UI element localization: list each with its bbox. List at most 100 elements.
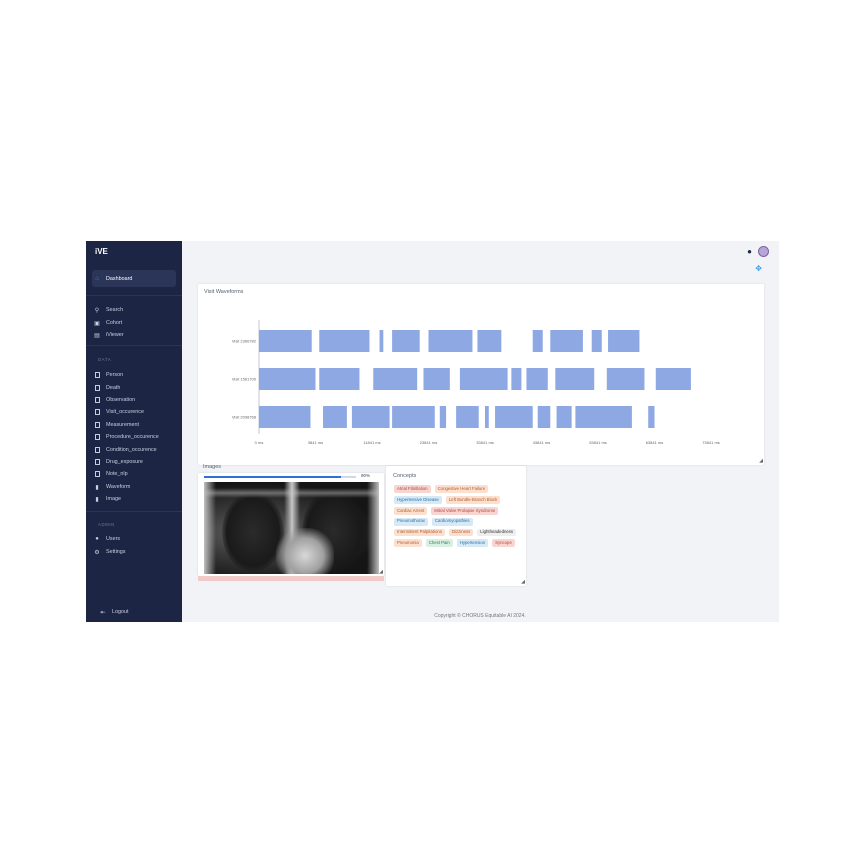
concept-tag[interactable]: Left Bundle-Branch Block bbox=[445, 495, 501, 504]
waveform-segment[interactable] bbox=[439, 406, 447, 428]
cohort-icon: ▣ bbox=[94, 320, 100, 327]
progress-text: 90% bbox=[361, 473, 371, 478]
sidebar-item-iviewer[interactable]: ▤ iViewer bbox=[92, 329, 176, 341]
waveform-segment[interactable] bbox=[459, 368, 508, 390]
waveform-segment[interactable] bbox=[259, 330, 312, 352]
sidebar-item-condition-occurence[interactable]: Condition_occurence bbox=[92, 444, 176, 456]
waveform-segment[interactable] bbox=[485, 406, 489, 428]
progress-fill bbox=[204, 476, 341, 478]
waveform-segment[interactable] bbox=[373, 368, 418, 390]
resize-handle-icon[interactable]: ◢ bbox=[379, 570, 383, 575]
waveform-segment[interactable] bbox=[575, 406, 632, 428]
sidebar-item-label: Death bbox=[106, 385, 121, 391]
waveform-segment[interactable] bbox=[511, 368, 522, 390]
waveform-segment[interactable] bbox=[259, 406, 311, 428]
sidebar-item-label: Waveform bbox=[106, 484, 131, 490]
waveform-segment[interactable] bbox=[259, 368, 316, 390]
waveform-segment[interactable] bbox=[423, 368, 450, 390]
concept-tag[interactable]: Chest Pain bbox=[425, 539, 453, 548]
visit-row-label: Visit 1561700 bbox=[232, 377, 257, 382]
waveform-segment[interactable] bbox=[648, 406, 655, 428]
waveform-segment[interactable] bbox=[532, 330, 543, 352]
waveform-segment[interactable] bbox=[379, 330, 384, 352]
sidebar-item-person[interactable]: Person bbox=[92, 369, 176, 381]
waveform-segment[interactable] bbox=[456, 406, 479, 428]
concept-tag[interactable]: Atrial Fibrillation bbox=[394, 485, 431, 493]
x-tick-label: 23841 ms bbox=[420, 440, 438, 445]
waveform-segment[interactable] bbox=[351, 406, 390, 428]
sidebar-item-death[interactable]: Death bbox=[92, 382, 176, 394]
concept-tag[interactable]: Cardiomyopathies bbox=[431, 517, 473, 526]
waveform-segment[interactable] bbox=[319, 330, 370, 352]
concept-tag[interactable]: Congestive Heart Failure bbox=[434, 485, 489, 493]
sidebar-item-observation[interactable]: Observation bbox=[92, 394, 176, 406]
waveform-segment[interactable] bbox=[392, 330, 420, 352]
sidebar-item-image[interactable]: ▮ Image bbox=[92, 493, 176, 505]
sidebar-item-waveform[interactable]: ▮ Waveform bbox=[92, 481, 176, 493]
x-tick-label: 3841 ms bbox=[308, 440, 323, 445]
concept-tag[interactable]: Pneumothorax bbox=[394, 517, 428, 526]
file-icon: ▮ bbox=[95, 484, 99, 491]
waveform-segment[interactable] bbox=[556, 406, 572, 428]
sidebar-item-cohort[interactable]: ▣ Cohort bbox=[92, 317, 176, 329]
table-icon bbox=[92, 459, 102, 465]
concept-tag[interactable]: Lightheadedness bbox=[477, 528, 517, 537]
sidebar-item-label: Procedure_occurence bbox=[106, 434, 159, 440]
concepts-card: Concepts Atrial Fibrillation Congestive H… bbox=[386, 466, 526, 586]
sidebar-item-dashboard[interactable]: ⌂ Dashboard bbox=[92, 270, 176, 287]
table-icon bbox=[92, 385, 102, 391]
table-icon bbox=[92, 422, 102, 428]
waveform-segment[interactable] bbox=[323, 406, 347, 428]
concept-tag[interactable]: Mitral Valve Prolapse Syndrome bbox=[431, 506, 499, 515]
concept-tag[interactable]: Cardiac Arrest bbox=[394, 506, 428, 515]
waveform-segment[interactable] bbox=[392, 406, 435, 428]
visit-row-label: Visit 2098768 bbox=[232, 415, 257, 420]
table-icon bbox=[92, 409, 102, 415]
waveform-segment[interactable] bbox=[319, 368, 360, 390]
footer-copyright: Copyright © CHORUS Equitable AI 2024. bbox=[434, 613, 526, 619]
move-icon[interactable]: ✥ bbox=[755, 264, 762, 273]
x-tick-label: 0 ms bbox=[255, 440, 264, 445]
sidebar-item-note-nlp[interactable]: Note_nlp bbox=[92, 468, 176, 480]
waveform-segment[interactable] bbox=[655, 368, 691, 390]
concept-tag[interactable]: Dizziness bbox=[448, 528, 474, 537]
table-icon bbox=[92, 447, 102, 453]
concept-tag[interactable]: Intermittent Palpitations bbox=[394, 528, 445, 537]
waveform-segment[interactable] bbox=[555, 368, 595, 390]
waveform-segment[interactable] bbox=[537, 406, 551, 428]
waveform-segment[interactable] bbox=[477, 330, 502, 352]
waveform-segment[interactable] bbox=[608, 330, 640, 352]
image-caption-bar bbox=[198, 576, 384, 581]
sidebar-item-search[interactable]: ⚲ Search bbox=[92, 304, 176, 316]
concept-tag-list: Atrial Fibrillation Congestive Heart Fail… bbox=[394, 485, 522, 548]
concept-tag[interactable]: Pneumonia bbox=[394, 539, 422, 548]
sidebar-divider bbox=[86, 295, 182, 296]
sidebar-item-procedure-occurence[interactable]: Procedure_occurence bbox=[92, 431, 176, 443]
sidebar-item-users[interactable]: ● Users bbox=[92, 533, 176, 545]
card-title: Images bbox=[203, 464, 222, 470]
resize-handle-icon[interactable]: ◢ bbox=[759, 459, 763, 464]
concept-tag[interactable]: Hypertension bbox=[456, 539, 489, 548]
concept-tag[interactable]: Syncope bbox=[492, 539, 515, 548]
waveform-segment[interactable] bbox=[550, 330, 583, 352]
images-card: Images 90% ◢ bbox=[198, 464, 384, 576]
sidebar-item-visit-occurence[interactable]: Visit_occurence bbox=[92, 406, 176, 418]
sidebar-item-drug-exposure[interactable]: Drug_exposure bbox=[92, 456, 176, 468]
x-tick-label: 53841 ms bbox=[589, 440, 607, 445]
chest-xray-image[interactable] bbox=[204, 482, 379, 574]
sidebar-item-settings[interactable]: ⚙ Settings bbox=[92, 546, 176, 558]
waveform-segment[interactable] bbox=[526, 368, 548, 390]
waveform-chart: Visit 2366782 Visit 1561700 Visit 2098768 0… bbox=[232, 320, 720, 445]
sidebar-item-label: Search bbox=[106, 307, 124, 313]
concept-tag[interactable]: Hypertensive Disease bbox=[394, 495, 442, 504]
sidebar-item-label: Users bbox=[106, 536, 121, 542]
waveform-segment[interactable] bbox=[591, 330, 602, 352]
waveform-segment[interactable] bbox=[428, 330, 473, 352]
avatar[interactable] bbox=[758, 246, 769, 257]
resize-handle-icon[interactable]: ◢ bbox=[521, 580, 525, 585]
sidebar-item-measurement[interactable]: Measurement bbox=[92, 419, 176, 431]
bell-icon[interactable]: ● bbox=[747, 247, 752, 256]
waveform-segment[interactable] bbox=[495, 406, 533, 428]
waveform-segment[interactable] bbox=[606, 368, 645, 390]
search-icon: ⚲ bbox=[94, 307, 100, 314]
